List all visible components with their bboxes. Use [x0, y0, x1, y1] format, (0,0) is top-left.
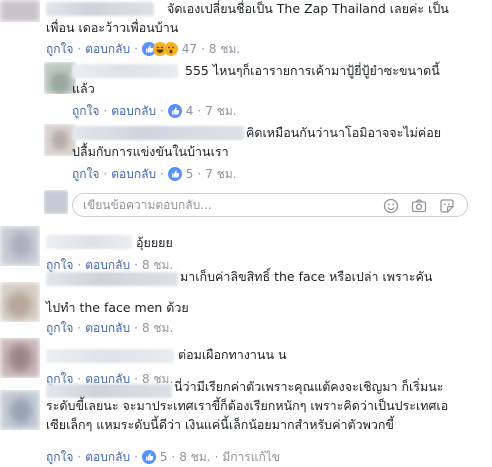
- comment-meta: ถูกใจ · ตอบกลับ · 8 ชม.: [46, 321, 174, 335]
- avatar[interactable]: [0, 282, 40, 322]
- comment-meta: ถูกใจ · ตอบกลับ · 5 · 7 ชม.: [72, 167, 237, 181]
- reactions[interactable]: 4: [167, 104, 193, 118]
- commenter-name[interactable]: [46, 2, 154, 16]
- avatar[interactable]: [0, 226, 40, 266]
- comment-meta: ถูกใจ · ตอบกลับ · 4 · 7 ชม.: [72, 104, 237, 118]
- comment-text: มาเก็บค่าลิขสิทธิ์ the face หรือเปล่า เพ…: [180, 269, 433, 284]
- wow-reaction-icon: [163, 42, 178, 56]
- like-reaction-icon: [141, 450, 156, 464]
- reply-link[interactable]: ตอบกลับ: [111, 167, 156, 181]
- timestamp[interactable]: 7 ชม.: [205, 104, 236, 118]
- commenter-name[interactable]: [72, 126, 244, 140]
- comment-text: 555 ไหนๆก็เอารายการเค้ามาปู้ยี่ปู้ยำซะขน…: [185, 63, 440, 78]
- comment-text: ต่อมเผือกทางานน น: [178, 347, 287, 362]
- timestamp[interactable]: 8 ชม.: [142, 258, 173, 272]
- commenter-name[interactable]: [46, 384, 172, 398]
- comment-text: คิดเหมือนกันว่านาโอมิอาจจะไม่ค่อย: [246, 125, 442, 140]
- reply-link[interactable]: ตอบกลับ: [85, 450, 130, 464]
- avatar[interactable]: [0, 338, 40, 378]
- my-avatar: [44, 190, 68, 214]
- commenter-name[interactable]: [46, 272, 178, 286]
- comment-text: จัดเองเปลี่ยนชื่อเป็น The Zap Thailand เ…: [167, 1, 449, 16]
- emoji-icon[interactable]: [383, 198, 399, 214]
- comment-text: นี่ว่ามีเรียกค่าตัวเพราะคุณแต้คงจะเชิญมา…: [174, 379, 444, 394]
- commenter-name[interactable]: [72, 64, 178, 78]
- comment-text: เซียเล็กๆ แหมระดับนี้ดีว่า เงินแค่นี้เล็…: [46, 417, 394, 432]
- comment-meta: ถูกใจ · ตอบกลับ · 5 · 8 ชม. · มีการแก้ไข: [46, 450, 280, 464]
- reply-link[interactable]: ตอบกลับ: [85, 258, 130, 272]
- camera-icon[interactable]: [411, 198, 427, 214]
- like-reaction-icon: [167, 104, 182, 118]
- timestamp[interactable]: 8 ชม.: [142, 321, 173, 335]
- commenter-name[interactable]: [46, 235, 132, 249]
- timestamp[interactable]: 7 ชม.: [205, 167, 236, 181]
- like-link[interactable]: ถูกใจ: [46, 42, 73, 56]
- like-link[interactable]: ถูกใจ: [46, 258, 73, 272]
- like-link[interactable]: ถูกใจ: [46, 321, 73, 335]
- comment-text: ปลื้มกับการแข่งขันในบ้านเรา: [72, 144, 229, 159]
- comment-text: แล้ว: [72, 81, 95, 96]
- reply-link[interactable]: ตอบกลับ: [85, 321, 130, 335]
- timestamp[interactable]: 8 ชม.: [209, 42, 240, 56]
- like-reaction-icon: [167, 167, 182, 181]
- reply-link[interactable]: ตอบกลับ: [85, 42, 130, 56]
- sticker-icon[interactable]: [439, 198, 455, 214]
- commenter-name[interactable]: [46, 349, 174, 363]
- like-link[interactable]: ถูกใจ: [72, 167, 99, 181]
- comment-meta: ถูกใจ · ตอบกลับ · 8 ชม.: [46, 258, 174, 272]
- comment-meta: ถูกใจ · ตอบกลับ · 47 · 8 ชม.: [46, 42, 241, 56]
- avatar[interactable]: [0, 0, 40, 22]
- comment-text: ระดับขี้เลยนะ จะมาประเทศเราขี้ก็ต้องเรีย…: [46, 398, 449, 413]
- comment-text: ไปทำ the face men ด้วย: [46, 300, 189, 315]
- reply-box[interactable]: [72, 193, 468, 217]
- reply-link[interactable]: ตอบกลับ: [111, 104, 156, 118]
- reactions[interactable]: 5: [141, 450, 167, 464]
- reactions[interactable]: 47: [141, 42, 197, 56]
- avatar[interactable]: [0, 390, 40, 430]
- like-link[interactable]: ถูกใจ: [72, 104, 99, 118]
- comment-text: เพื่อน เดอะว้าวเพื่อนบ้าน: [46, 20, 179, 35]
- timestamp[interactable]: 8 ชม.: [179, 450, 210, 464]
- edited-label[interactable]: มีการแก้ไข: [222, 450, 280, 464]
- reply-input[interactable]: [83, 197, 373, 213]
- comment-text: อุ้ยยยย: [136, 235, 173, 250]
- like-link[interactable]: ถูกใจ: [46, 450, 73, 464]
- reactions[interactable]: 5: [167, 167, 193, 181]
